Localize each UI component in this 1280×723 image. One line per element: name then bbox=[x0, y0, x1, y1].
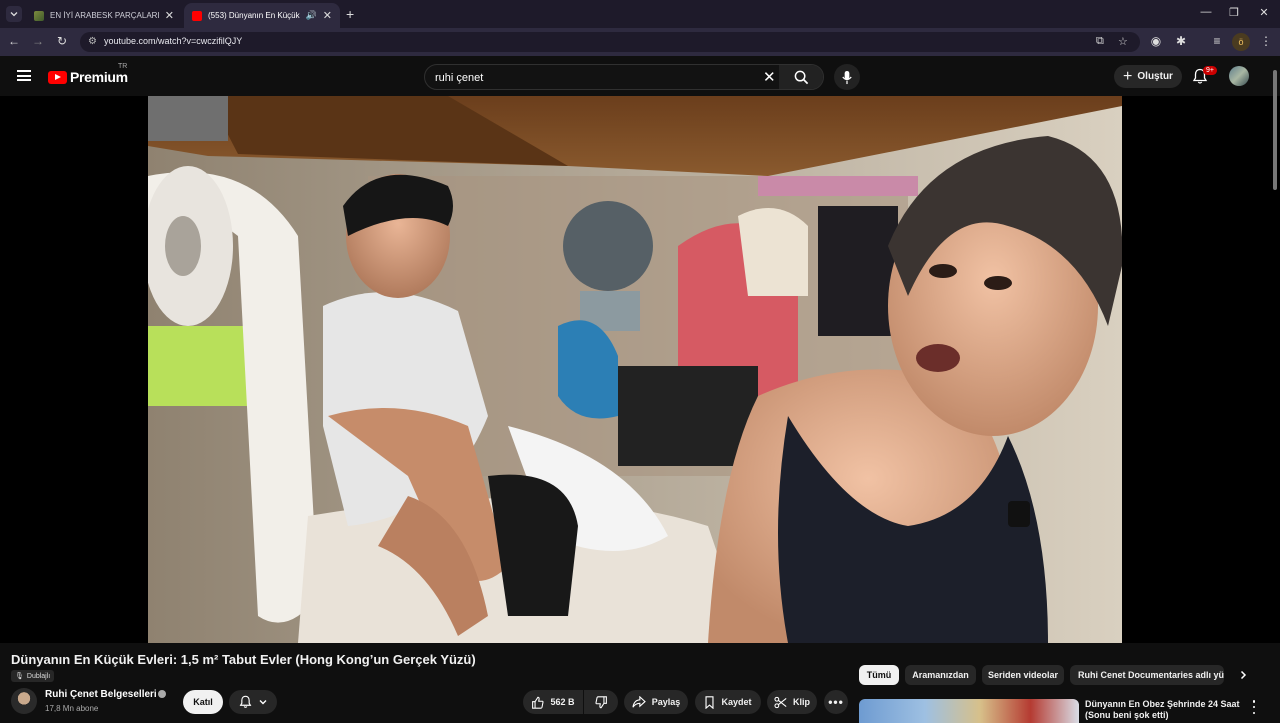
scrollbar-thumb[interactable] bbox=[1273, 70, 1277, 190]
youtube-premium-logo[interactable]: Premium TR bbox=[48, 63, 128, 85]
channel-name[interactable]: Ruhi Çenet Belgeselleri bbox=[45, 689, 157, 700]
like-count: 562 B bbox=[550, 697, 575, 707]
media-controls-icon[interactable]: ≡ bbox=[1209, 34, 1225, 48]
close-window-icon[interactable]: ✕ bbox=[1254, 6, 1274, 19]
install-app-icon[interactable]: ⧉ bbox=[1096, 35, 1104, 48]
search-box: ✕ bbox=[424, 64, 824, 90]
chevron-down-icon bbox=[10, 12, 18, 17]
subscriber-count: 17,8 Mn abone bbox=[45, 704, 99, 713]
chip-from-search[interactable]: Aramanızdan bbox=[905, 665, 976, 685]
tab-title: EN İYİ ARABESK PARÇALARI - T bbox=[50, 11, 159, 20]
logo-region: TR bbox=[118, 63, 128, 70]
reload-icon[interactable]: ↻ bbox=[54, 34, 70, 48]
tab-search-button[interactable] bbox=[6, 6, 22, 22]
microphone-icon bbox=[842, 70, 852, 84]
verified-badge-icon bbox=[158, 690, 166, 698]
recommended-menu-icon[interactable] bbox=[1250, 700, 1258, 714]
youtube-play-logo-icon bbox=[48, 70, 67, 84]
like-button[interactable]: 562 B bbox=[523, 690, 583, 714]
more-actions-button[interactable]: ••• bbox=[824, 690, 848, 714]
video-frame-image bbox=[148, 96, 1122, 643]
new-tab-button[interactable]: + bbox=[346, 6, 354, 22]
tab-favicon-icon bbox=[34, 10, 44, 21]
minimize-window-icon[interactable]: — bbox=[1196, 6, 1216, 18]
guide-menu-icon[interactable] bbox=[17, 70, 31, 81]
forward-icon[interactable]: → bbox=[30, 34, 46, 48]
channel-avatar[interactable] bbox=[11, 688, 37, 714]
thumbs-down-icon bbox=[594, 695, 607, 708]
dub-icon: 🎙 bbox=[15, 673, 24, 680]
search-button[interactable] bbox=[779, 65, 823, 89]
profile-avatar[interactable]: ö bbox=[1232, 33, 1250, 51]
youtube-favicon-icon bbox=[192, 10, 202, 21]
search-input[interactable] bbox=[435, 69, 755, 86]
search-icon bbox=[794, 70, 808, 84]
tab-title: (553) Dünyanın En Küçük Ev bbox=[208, 11, 302, 20]
join-label: Katıl bbox=[193, 697, 213, 707]
dislike-button[interactable] bbox=[584, 690, 618, 714]
address-url: youtube.com/watch?v=cwczifilQJY bbox=[104, 36, 243, 46]
plus-icon: + bbox=[1123, 67, 1133, 85]
incognito-icon[interactable]: ◉ bbox=[1148, 34, 1164, 48]
voice-search-button[interactable] bbox=[834, 64, 860, 90]
browser-tab-youtube[interactable]: (553) Dünyanın En Küçük Ev 🔊 ✕ bbox=[184, 3, 340, 28]
clip-label: Klip bbox=[793, 697, 810, 707]
chip-series[interactable]: Seriden videolar bbox=[982, 665, 1064, 685]
page-scrollbar[interactable] bbox=[1272, 60, 1278, 720]
save-label: Kaydet bbox=[721, 697, 752, 707]
browser-toolbar: ← → ↻ ⚙ youtube.com/watch?v=cwczifilQJY … bbox=[0, 28, 1280, 56]
recommended-thumbnail[interactable] bbox=[859, 699, 1079, 723]
chip-label: Aramanızdan bbox=[912, 670, 969, 680]
youtube-header: Premium TR ✕ + Oluştur 9+ bbox=[0, 56, 1280, 96]
video-player[interactable] bbox=[148, 96, 1122, 643]
video-title: Dünyanın En Küçük Evleri: 1,5 m² Tabut E… bbox=[11, 652, 476, 667]
extensions-icon[interactable]: ✱ bbox=[1173, 34, 1189, 48]
account-avatar[interactable] bbox=[1229, 66, 1249, 86]
chip-channel[interactable]: Ruhi Cenet Documentaries adlı yük bbox=[1070, 665, 1224, 685]
subscription-notification-button[interactable] bbox=[229, 690, 277, 714]
close-tab-icon[interactable]: ✕ bbox=[165, 9, 174, 22]
bookmark-star-icon[interactable]: ☆ bbox=[1118, 35, 1128, 48]
browser-menu-icon[interactable]: ⋮ bbox=[1258, 34, 1274, 48]
share-button[interactable]: Paylaş bbox=[624, 690, 688, 714]
dubbed-badge: 🎙 Dublajlı bbox=[11, 670, 55, 682]
chip-label: Seriden videolar bbox=[987, 670, 1059, 680]
browser-tab-arabesk[interactable]: EN İYİ ARABESK PARÇALARI - T ✕ bbox=[26, 3, 182, 28]
logo-text: Premium bbox=[70, 69, 128, 85]
create-label: Oluştur bbox=[1137, 71, 1173, 82]
browser-tab-strip: EN İYİ ARABESK PARÇALARI - T ✕ (553) Dün… bbox=[0, 0, 1280, 28]
bell-icon bbox=[239, 695, 251, 708]
more-horizontal-icon: ••• bbox=[828, 695, 844, 709]
recommended-title[interactable]: Dünyanın En Obez Şehrinde 24 Saat (Sonu … bbox=[1085, 699, 1245, 720]
thumbs-up-icon bbox=[532, 696, 545, 709]
profile-initial: ö bbox=[1238, 37, 1244, 47]
share-icon bbox=[632, 696, 646, 708]
clear-search-icon[interactable]: ✕ bbox=[763, 68, 776, 86]
close-tab-icon[interactable]: ✕ bbox=[323, 9, 332, 22]
notification-count-badge: 9+ bbox=[1203, 66, 1217, 75]
clip-button[interactable]: Klip bbox=[767, 690, 817, 714]
create-button[interactable]: + Oluştur bbox=[1114, 65, 1182, 88]
address-bar[interactable]: ⚙ youtube.com/watch?v=cwczifilQJY ⧉ ☆ bbox=[80, 32, 1140, 52]
chip-label: Ruhi Cenet Documentaries adlı yük bbox=[1078, 670, 1224, 680]
chip-all[interactable]: Tümü bbox=[859, 665, 899, 685]
restore-window-icon[interactable]: ❐ bbox=[1224, 6, 1244, 19]
chip-label: Tümü bbox=[866, 670, 892, 680]
dub-label: Dublajlı bbox=[26, 672, 51, 680]
join-button[interactable]: Katıl bbox=[183, 690, 223, 714]
chevron-down-icon bbox=[259, 700, 266, 705]
audio-playing-icon[interactable]: 🔊 bbox=[306, 10, 317, 21]
save-button[interactable]: Kaydet bbox=[695, 690, 761, 714]
back-icon[interactable]: ← bbox=[6, 34, 22, 48]
chevron-right-icon bbox=[1240, 670, 1247, 680]
share-label: Paylaş bbox=[651, 697, 681, 707]
chips-next-button[interactable] bbox=[1234, 666, 1252, 684]
scissors-icon bbox=[774, 696, 787, 708]
site-info-icon[interactable]: ⚙ bbox=[88, 36, 97, 47]
bookmark-icon bbox=[705, 695, 715, 709]
